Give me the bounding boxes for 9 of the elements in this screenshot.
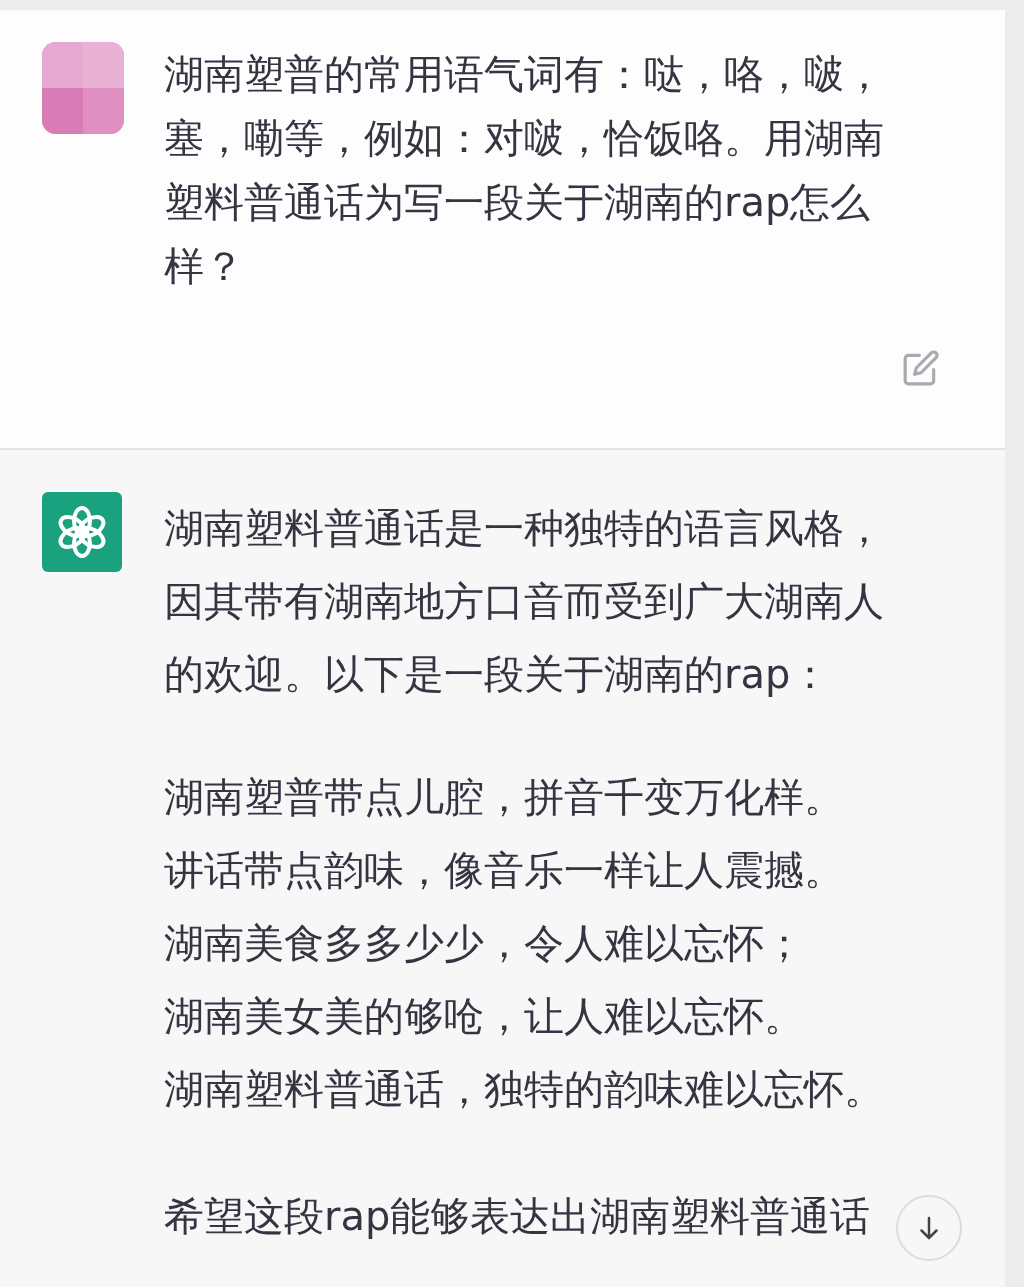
edit-icon <box>902 349 940 387</box>
prompt-text: 湖南塑普的常用语气词有：哒，咯，啵，塞，嘞等，例如：对啵，恰饭咯。用湖南塑料普通话为写一段关于湖南的rap怎么样？ <box>164 50 885 291</box>
verse-line: 湖南美女美的够呛，让人难以忘怀。 <box>164 992 805 1041</box>
reply-text: 湖南塑料普通话是一种独特的语言风格，因其带有湖南地方口音而受到广大湖南人的欢迎。以下是一段关于湖南的rap： <box>164 504 885 699</box>
verse-line: 湖南美食多多少少，令人难以忘怀； <box>164 919 805 968</box>
verse-line: 湖南塑普带点儿腔，拼音千变万化样。 <box>164 773 845 822</box>
verse-line: 湖南塑料普通话，独特的韵味难以忘怀。 <box>164 1065 885 1114</box>
verse-line: 讲话带点韵味，像音乐一样让人震撼。 <box>164 846 845 895</box>
reply-text: 希望这段rap能够表达出湖南塑料普通话 <box>164 1192 872 1241</box>
